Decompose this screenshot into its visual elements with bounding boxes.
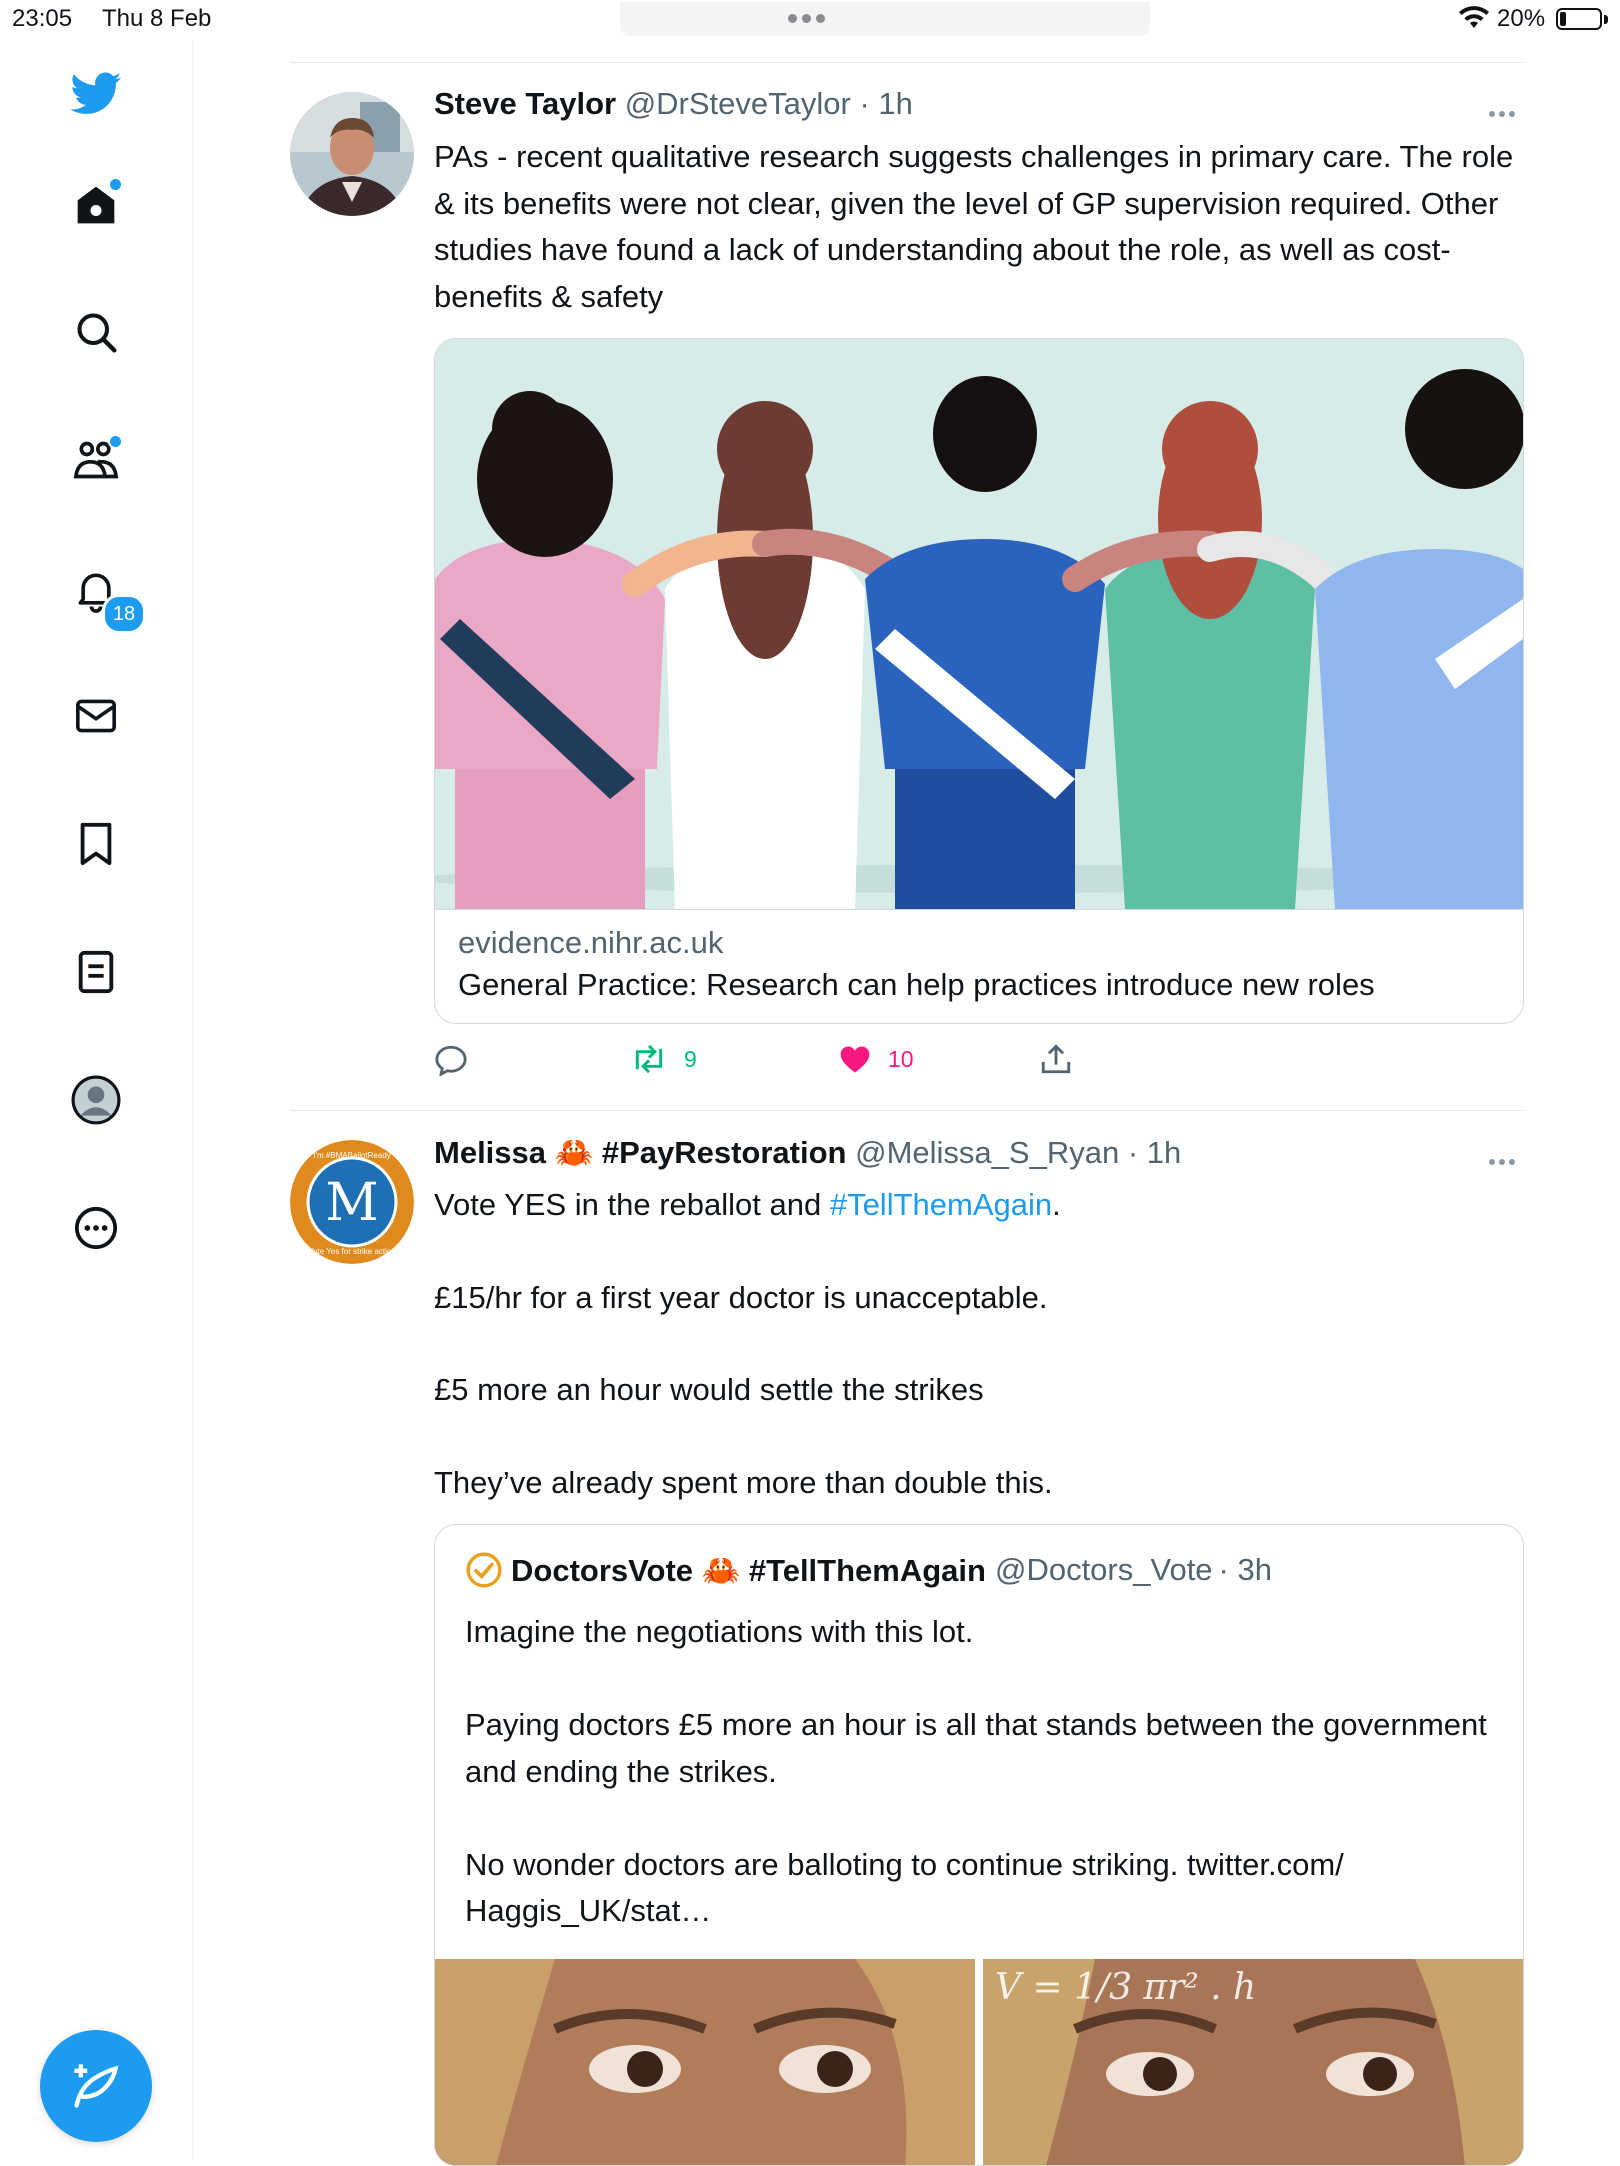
quoted-tweet-header: DoctorsVote 🦀 #TellThemAgain @Doctors_Vo… xyxy=(465,1551,1272,1589)
tweet-header: Steve Taylor @DrSteveTaylor · 1h xyxy=(434,86,913,122)
author-handle[interactable]: @DrSteveTaylor xyxy=(625,86,851,121)
card-image xyxy=(435,339,1523,909)
retweet-button[interactable]: 9 xyxy=(630,1044,697,1074)
reply-icon xyxy=(435,1045,467,1076)
card-separator xyxy=(435,909,1523,910)
quoted-tweet-image[interactable]: V = 1/3 πr² . h xyxy=(435,1959,1523,2165)
tweet-time[interactable]: · 1h xyxy=(1128,1135,1181,1170)
quoted-tweet-time: · 3h xyxy=(1218,1552,1272,1587)
tweet-time[interactable]: · 1h xyxy=(859,86,912,121)
image-math-formula: V = 1/3 πr² . h xyxy=(995,1967,1256,2008)
battery-icon xyxy=(1556,8,1602,30)
retweet-count: 9 xyxy=(684,1045,697,1072)
author-handle[interactable]: @Melissa_S_Ryan xyxy=(855,1135,1119,1170)
avatar-ring-top-text: I'm #BMABallotReady xyxy=(313,1151,391,1160)
avatar[interactable]: M I'm #BMABallotReady Vote Yes for strik… xyxy=(290,1140,414,1264)
home-unread-dot xyxy=(108,177,123,192)
multitasking-dots-icon[interactable] xyxy=(788,10,830,28)
communities-icon[interactable] xyxy=(68,432,124,488)
compose-feather-icon xyxy=(74,2064,119,2108)
profile-icon[interactable] xyxy=(68,1072,124,1128)
share-button[interactable] xyxy=(1040,1042,1072,1076)
tweet-text: Vote YES in the reballot and #TellThemAg… xyxy=(434,1182,1524,1229)
card-title: General Practice: Research can help prac… xyxy=(458,967,1375,1002)
tweet-paragraph: £15/hr for a first year doctor is unacce… xyxy=(434,1280,1048,1315)
battery-tip xyxy=(1604,15,1608,24)
verified-org-icon xyxy=(466,1552,502,1588)
compose-tweet-button[interactable] xyxy=(40,2030,152,2142)
status-date: Thu 8 Feb xyxy=(102,5,212,32)
tweet-more-icon[interactable] xyxy=(1489,104,1519,122)
card-domain: evidence.nihr.ac.uk xyxy=(458,925,724,960)
quoted-tweet[interactable]: DoctorsVote 🦀 #TellThemAgain @Doctors_Vo… xyxy=(434,1524,1524,2166)
bookmark-icon[interactable] xyxy=(68,816,124,872)
tweet-text: PAs - recent qualitative research sugges… xyxy=(434,139,1522,314)
quoted-tweet-text: Imagine the negotiations with this lot. … xyxy=(465,1614,1487,1928)
author-name[interactable]: Steve Taylor xyxy=(434,86,616,121)
avatar[interactable] xyxy=(290,92,414,216)
list-icon[interactable] xyxy=(68,944,124,1000)
like-button[interactable]: 10 xyxy=(838,1044,914,1074)
feed-top-divider xyxy=(290,62,1524,63)
battery-percent: 20% xyxy=(1497,5,1546,32)
tweet-divider xyxy=(290,1110,1524,1111)
wifi-icon xyxy=(1459,6,1489,28)
quoted-author-handle[interactable]: @Doctors_Vote xyxy=(995,1552,1213,1588)
search-icon[interactable] xyxy=(68,304,124,360)
heart-filled-icon xyxy=(840,1046,870,1073)
avatar-ring-bottom-text: Vote Yes for strike action xyxy=(308,1247,396,1256)
retweet-icon xyxy=(635,1044,663,1074)
avatar-letter: M xyxy=(325,1173,378,1233)
sidebar-nav: 18 xyxy=(0,40,193,2160)
mail-icon[interactable] xyxy=(68,688,124,744)
author-name[interactable]: Melissa 🦀 #PayRestoration xyxy=(434,1135,846,1170)
status-time: 23:05 xyxy=(12,5,73,32)
link-card[interactable]: evidence.nihr.ac.uk General Practice: Re… xyxy=(434,338,1524,1024)
hashtag-link[interactable]: #TellThemAgain xyxy=(830,1187,1052,1222)
reply-button[interactable] xyxy=(434,1044,468,1076)
tweet-more-icon[interactable] xyxy=(1489,1152,1519,1170)
notifications-badge: 18 xyxy=(102,594,146,634)
share-icon xyxy=(1041,1044,1071,1074)
home-icon[interactable] xyxy=(68,177,124,233)
status-bar: 23:05 Thu 8 Feb 20% xyxy=(0,0,1620,40)
like-count: 10 xyxy=(888,1045,914,1072)
tweet-text-end: . xyxy=(1052,1187,1061,1222)
tweet-paragraph: £5 more an hour would settle the strikes xyxy=(434,1372,984,1407)
tweet-paragraph: They’ve already spent more than double t… xyxy=(434,1465,1053,1500)
tweet-text-start: Vote YES in the reballot and xyxy=(434,1187,830,1222)
multitasking-pill xyxy=(620,2,1150,36)
quoted-author-name[interactable]: DoctorsVote 🦀 #TellThemAgain xyxy=(511,1552,986,1589)
twitter-bird-icon[interactable] xyxy=(68,66,124,122)
more-circle-icon[interactable] xyxy=(68,1200,124,1256)
tweet-header: Melissa 🦀 #PayRestoration @Melissa_S_Rya… xyxy=(434,1134,1181,1171)
communities-unread-dot xyxy=(108,434,123,449)
